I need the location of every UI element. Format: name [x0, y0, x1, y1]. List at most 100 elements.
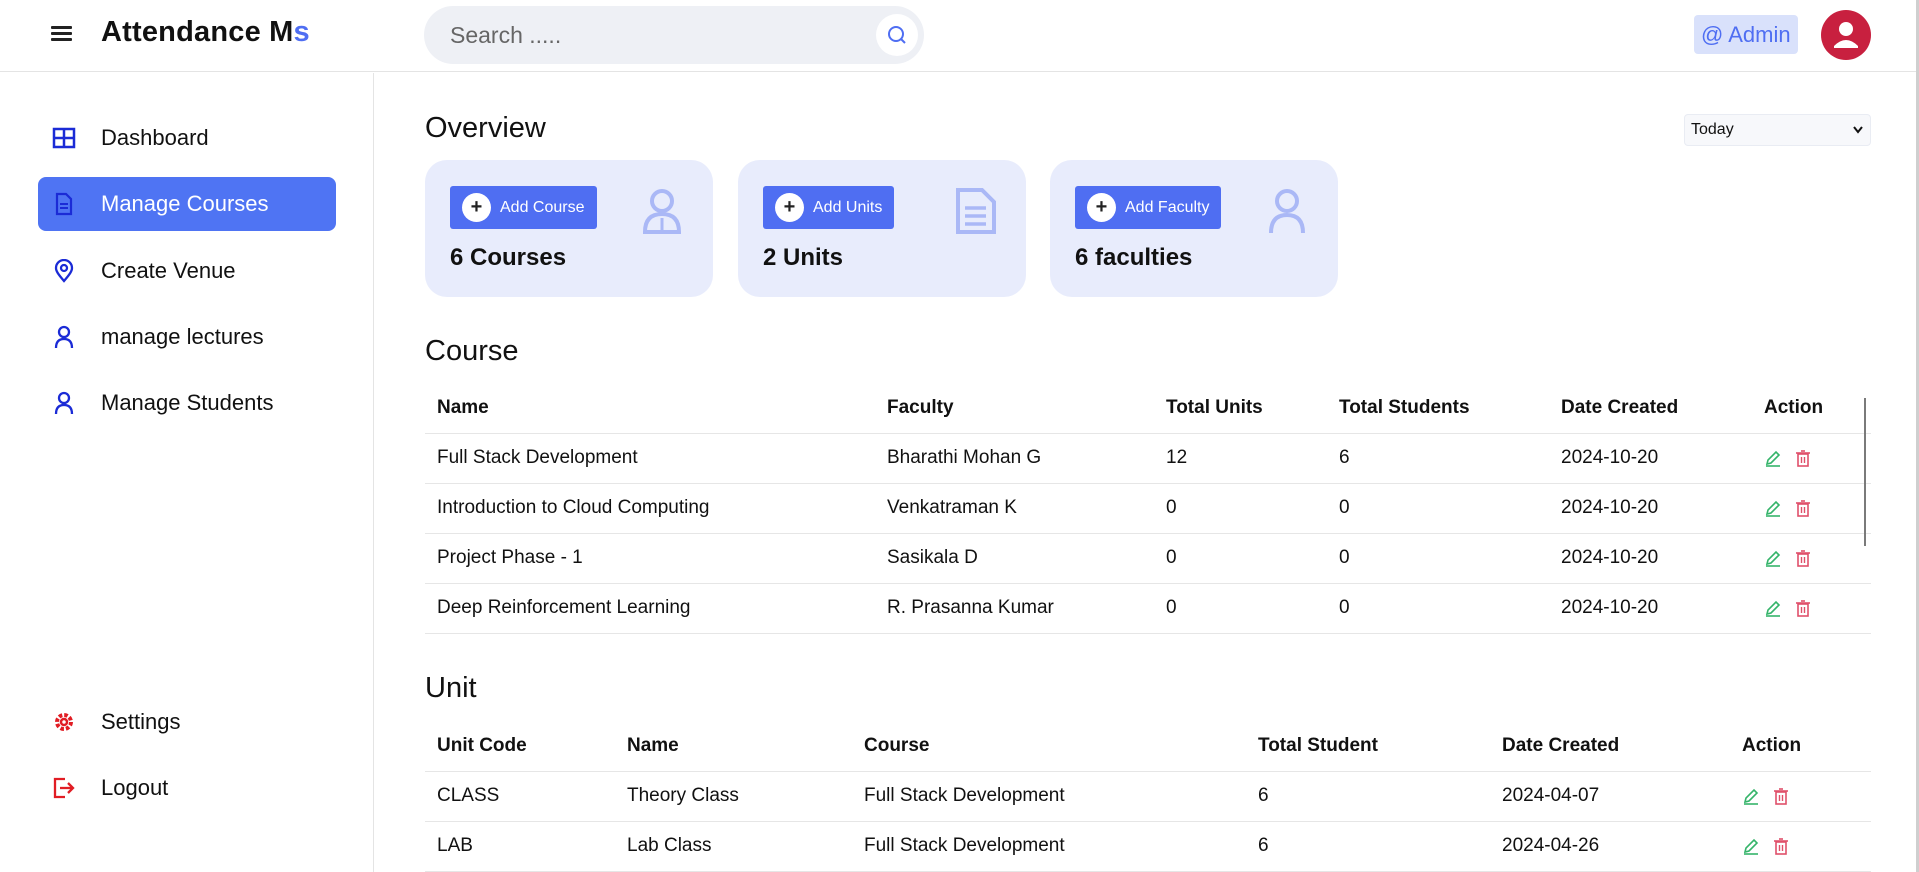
faculty-count: 6 faculties	[1075, 244, 1193, 271]
user-avatar-icon	[1834, 22, 1858, 48]
sidebar-item-settings[interactable]: Settings	[38, 695, 336, 749]
search-input[interactable]	[450, 16, 850, 54]
edit-icon[interactable]	[1764, 599, 1782, 617]
course-faculty: R. Prasanna Kumar	[875, 582, 1154, 634]
unit-summary-card: + Add Units 2 Units	[738, 160, 1026, 297]
add-course-button[interactable]: + Add Course	[450, 186, 597, 229]
search-bar	[424, 6, 924, 64]
course-total-students: 0	[1327, 532, 1549, 583]
table-row: Deep Reinforcement Learning R. Prasanna …	[425, 582, 1871, 634]
unit-count: 2 Units	[763, 244, 844, 271]
period-select[interactable]: Today	[1684, 114, 1871, 146]
user-outline-icon	[1269, 189, 1305, 234]
course-name: Introduction to Cloud Computing	[425, 482, 875, 533]
sidebar-item-label: Settings	[101, 709, 181, 734]
row-actions	[1752, 532, 1871, 583]
faculty-summary-card: + Add Faculty 6 faculties	[1050, 160, 1338, 297]
column-header: Total Student	[1258, 735, 1378, 757]
course-section-title: Course	[425, 335, 519, 367]
edit-icon[interactable]	[1742, 787, 1760, 805]
sidebar-item-dashboard[interactable]: Dashboard	[38, 111, 336, 165]
edit-icon[interactable]	[1764, 449, 1782, 467]
table-row: Project Phase - 1 Sasikala D 0 0 2024-10…	[425, 532, 1871, 583]
plus-icon: +	[462, 193, 491, 222]
course-total-units: 0	[1154, 532, 1327, 583]
edit-icon[interactable]	[1764, 549, 1782, 567]
column-header: Name	[437, 397, 489, 419]
table-row: Introduction to Cloud Computing Venkatra…	[425, 482, 1871, 533]
plus-icon: +	[775, 193, 804, 222]
sidebar-item-label: Create Venue	[101, 258, 236, 283]
course-date-created: 2024-10-20	[1549, 432, 1752, 483]
unit-table: Unit Code Name Course Total Student Date…	[425, 722, 1871, 872]
course-date-created: 2024-10-20	[1549, 582, 1752, 634]
row-actions	[1730, 820, 1871, 872]
add-course-label: Add Course	[500, 199, 585, 216]
sidebar-item-manage-lectures[interactable]: manage lectures	[38, 310, 336, 364]
brand-accent-text: s	[293, 16, 310, 48]
edit-icon[interactable]	[1764, 499, 1782, 517]
sidebar-item-create-venue[interactable]: Create Venue	[38, 244, 336, 298]
sidebar-item-label: Manage Courses	[101, 191, 269, 216]
avatar[interactable]	[1821, 10, 1871, 60]
column-header: Date Created	[1502, 735, 1620, 757]
sidebar-item-label: Manage Students	[101, 390, 274, 415]
sidebar-item-manage-students[interactable]: Manage Students	[38, 376, 336, 430]
plus-icon: +	[1087, 193, 1116, 222]
table-header-row: Name Faculty Total Units Total Students …	[425, 384, 1871, 433]
column-header: Unit Code	[437, 735, 527, 757]
app-brand: Attendance Ms	[101, 16, 310, 49]
unit-course: Full Stack Development	[852, 820, 1246, 872]
table-scrollbar[interactable]	[1864, 398, 1866, 546]
row-actions	[1730, 770, 1871, 821]
table-row: CLASS Theory Class Full Stack Developmen…	[425, 770, 1871, 821]
row-actions	[1752, 432, 1871, 483]
delete-icon[interactable]	[1794, 549, 1812, 567]
search-button[interactable]	[876, 14, 918, 56]
delete-icon[interactable]	[1772, 837, 1790, 855]
chevron-down-icon	[1853, 126, 1863, 134]
course-total-students: 0	[1327, 582, 1549, 634]
unit-code: CLASS	[425, 770, 615, 821]
logout-icon	[53, 777, 75, 799]
delete-icon[interactable]	[1772, 787, 1790, 805]
teacher-icon	[642, 189, 682, 234]
period-value: Today	[1691, 121, 1734, 138]
unit-section-title: Unit	[425, 672, 477, 704]
delete-icon[interactable]	[1794, 449, 1812, 467]
course-name: Project Phase - 1	[425, 532, 875, 583]
delete-icon[interactable]	[1794, 599, 1812, 617]
unit-name: Lab Class	[615, 820, 852, 872]
add-faculty-label: Add Faculty	[1125, 199, 1210, 216]
course-date-created: 2024-10-20	[1549, 532, 1752, 583]
add-faculty-button[interactable]: + Add Faculty	[1075, 186, 1222, 229]
sidebar-item-label: Logout	[101, 775, 169, 800]
add-units-button[interactable]: + Add Units	[763, 186, 895, 229]
column-header: Total Units	[1166, 397, 1263, 419]
user-icon	[54, 391, 74, 415]
course-faculty: Venkatraman K	[875, 482, 1154, 533]
table-row: LAB Lab Class Full Stack Development 6 2…	[425, 820, 1871, 872]
column-header: Course	[864, 735, 930, 757]
unit-date-created: 2024-04-07	[1490, 770, 1730, 821]
row-actions	[1752, 482, 1871, 533]
table-row: Full Stack Development Bharathi Mohan G …	[425, 432, 1871, 483]
sidebar-item-logout[interactable]: Logout	[38, 761, 336, 815]
column-header: Action	[1742, 735, 1802, 757]
edit-icon[interactable]	[1742, 837, 1760, 855]
delete-icon[interactable]	[1794, 499, 1812, 517]
search-icon	[888, 26, 906, 44]
column-header: Name	[627, 735, 679, 757]
brand-text: Attendance M	[101, 16, 294, 48]
column-header: Action	[1764, 397, 1824, 419]
course-date-created: 2024-10-20	[1549, 482, 1752, 533]
course-table: Name Faculty Total Units Total Students …	[425, 384, 1871, 634]
unit-total-student: 6	[1246, 770, 1490, 821]
admin-label[interactable]: @ Admin	[1694, 15, 1798, 54]
sidebar-item-manage-courses[interactable]: Manage Courses	[38, 177, 336, 231]
hamburger-menu-icon[interactable]	[49, 22, 75, 48]
top-header: Attendance Ms @ Admin	[0, 0, 1919, 72]
course-total-students: 6	[1327, 432, 1549, 483]
course-total-students: 0	[1327, 482, 1549, 533]
column-header: Total Students	[1339, 397, 1470, 419]
